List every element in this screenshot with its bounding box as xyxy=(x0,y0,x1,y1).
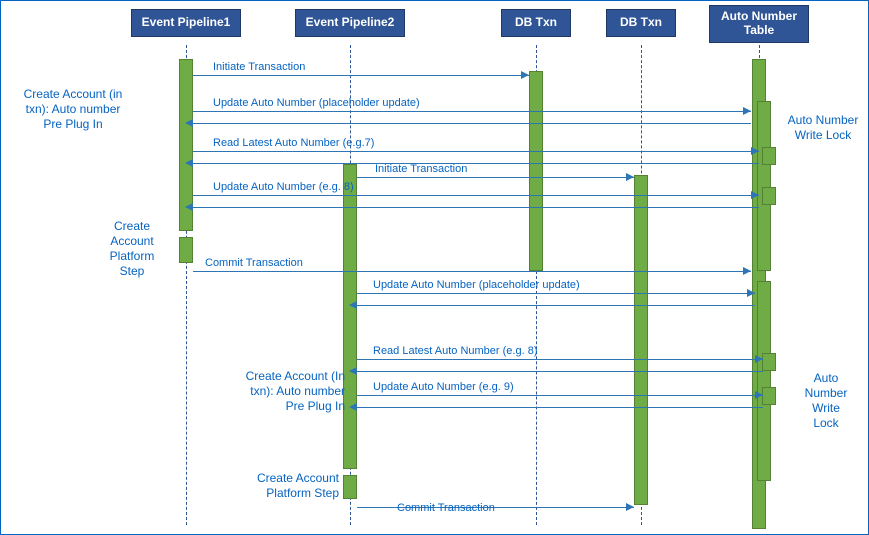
activation-autonum-lock2 xyxy=(757,281,771,481)
lane-header-dbtxn1: DB Txn xyxy=(501,9,571,37)
label-write-lock-2: Auto Number Write Lock xyxy=(791,371,861,431)
msg-initiate-txn-2: Initiate Transaction xyxy=(357,169,634,185)
activation-autonum-lock1 xyxy=(757,101,771,271)
msg-initiate-txn-1: Initiate Transaction xyxy=(193,67,529,83)
activation-autonum-lock1c xyxy=(762,187,776,205)
activation-autonum-lock2b xyxy=(762,353,776,371)
sequence-diagram: Event Pipeline1 Event Pipeline2 DB Txn D… xyxy=(0,0,869,535)
msg-label: Update Auto Number (placeholder update) xyxy=(373,279,580,291)
lane-header-dbtxn2: DB Txn xyxy=(606,9,676,37)
activation-dbtxn2 xyxy=(634,175,648,505)
msg-read-latest-2-return xyxy=(357,363,763,379)
msg-label: Initiate Transaction xyxy=(213,61,305,73)
msg-label: Initiate Transaction xyxy=(375,163,467,175)
activation-autonum-lock2c xyxy=(762,387,776,405)
activation-autonum-lock1b xyxy=(762,147,776,165)
lane-header-pipeline2: Event Pipeline2 xyxy=(295,9,405,37)
msg-update-num-9-return xyxy=(357,399,763,415)
msg-commit-txn-1: Commit Transaction xyxy=(193,263,751,279)
msg-label: Commit Transaction xyxy=(205,257,303,269)
label-create-account-platform-1: Create Account Platform Step xyxy=(97,219,167,279)
msg-label: Commit Transaction xyxy=(397,502,495,514)
msg-label: Read Latest Auto Number (e.g.7) xyxy=(213,137,374,149)
label-create-account-plugin-2: Create Account (In txn): Auto number Pre… xyxy=(215,369,345,414)
msg-update-num-8-return xyxy=(193,199,759,215)
lane-header-pipeline1: Event Pipeline1 xyxy=(131,9,241,37)
msg-label: Update Auto Number (placeholder update) xyxy=(213,97,420,109)
label-create-account-plugin-1: Create Account (in txn): Auto number Pre… xyxy=(13,87,133,132)
lane-header-autonum: Auto Number Table xyxy=(709,5,809,43)
msg-label: Update Auto Number (e.g. 9) xyxy=(373,381,514,393)
msg-update-placeholder-1-return xyxy=(193,115,751,131)
msg-label: Update Auto Number (e.g. 8) xyxy=(213,181,354,193)
activation-pipeline2-platform xyxy=(343,475,357,499)
activation-pipeline1-platform xyxy=(179,237,193,263)
label-create-account-platform-2: Create Account Platform Step xyxy=(239,471,339,501)
msg-commit-txn-2: Commit Transaction xyxy=(357,499,634,515)
msg-label: Read Latest Auto Number (e.g. 8) xyxy=(373,345,537,357)
label-write-lock-1: Auto Number Write Lock xyxy=(783,113,863,143)
msg-update-placeholder-2-return xyxy=(357,297,755,313)
